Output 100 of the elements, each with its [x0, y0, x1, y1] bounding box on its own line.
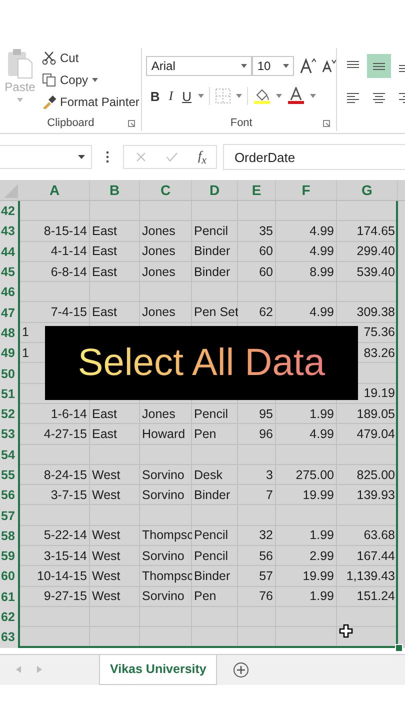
row-header[interactable]: 63	[0, 627, 20, 648]
table-cell: 4.99	[276, 242, 337, 262]
row-header[interactable]: 42	[0, 201, 20, 222]
sheet-tab[interactable]: Vikas University	[99, 654, 218, 685]
table-cell: Sorvino	[140, 464, 192, 486]
caption-banner: Select All Data	[45, 326, 358, 400]
table-cell	[337, 444, 398, 465]
row-header[interactable]: 44	[0, 242, 20, 262]
underline-button[interactable]: U	[180, 88, 194, 104]
table-cell: West	[90, 546, 140, 566]
column-header[interactable]: C	[140, 180, 192, 200]
copy-icon	[42, 73, 56, 87]
table-cell: 3	[238, 464, 276, 486]
row-header[interactable]: 54	[0, 444, 20, 465]
group-label: Clipboard	[47, 116, 94, 128]
table-cell: West	[90, 464, 140, 486]
check-icon[interactable]	[166, 152, 178, 162]
table-cell: 151.24	[337, 586, 398, 607]
row-header[interactable]: 46	[0, 282, 20, 302]
column-header[interactable]: F	[276, 180, 337, 200]
row-header[interactable]: 52	[0, 404, 20, 424]
decrease-font-icon[interactable]	[322, 59, 336, 73]
table-cell: 19.99	[276, 566, 337, 587]
group-label: Font	[230, 116, 252, 128]
table-cell: 8.99	[276, 262, 337, 282]
table-cell	[20, 606, 90, 628]
row-header[interactable]: 45	[0, 262, 20, 282]
table-cell: 76	[238, 586, 276, 607]
table-cell: 35	[238, 221, 276, 242]
row-header[interactable]: 53	[0, 424, 20, 445]
row-header[interactable]: 57	[0, 505, 20, 526]
column-header[interactable]: G	[337, 180, 398, 200]
dialog-launcher-icon[interactable]	[323, 120, 330, 127]
table-cell: Thompsc	[140, 526, 192, 546]
row-header[interactable]: 43	[0, 221, 20, 242]
align-lines-icon	[373, 92, 386, 102]
table-cell: 56	[238, 546, 276, 566]
row-header[interactable]: 51	[0, 384, 20, 404]
add-sheet-icon[interactable]	[233, 662, 250, 678]
table-cell: 96	[238, 424, 276, 445]
align-button[interactable]	[367, 54, 392, 78]
table-cell: Jones	[140, 404, 192, 424]
copy-button[interactable]: Copy	[40, 70, 142, 90]
row-header[interactable]: 56	[0, 485, 20, 506]
column-header[interactable]: A	[20, 180, 90, 200]
increase-font-icon[interactable]	[300, 58, 316, 74]
table-cell: Jones	[140, 262, 192, 282]
table-cell: 95	[238, 404, 276, 424]
table-cell: 1.99	[276, 586, 337, 607]
table-cell: 60	[238, 262, 276, 282]
font-size-field[interactable]: 10	[252, 56, 294, 76]
table-cell: Jones	[140, 221, 192, 242]
table-cell: Pencil	[192, 546, 238, 566]
row-header[interactable]: 47	[0, 302, 20, 323]
align-lines-icon	[347, 60, 360, 68]
table-cell: Sorvino	[140, 586, 192, 607]
table-cell: 10-14-15	[20, 566, 90, 587]
table-cell: 8-15-14	[20, 221, 90, 242]
cursor-icon	[339, 624, 353, 638]
row-header[interactable]: 48	[0, 322, 20, 344]
table-cell: 1.99	[276, 404, 337, 424]
column-header[interactable]: E	[238, 180, 276, 200]
table-cell	[20, 444, 90, 465]
table-cell: Binder	[192, 485, 238, 506]
format-painter-button[interactable]: Format Painter	[40, 92, 142, 112]
table-cell: Pen	[192, 424, 238, 445]
italic-button[interactable]: I	[166, 88, 176, 104]
font-color-icon[interactable]	[287, 87, 306, 105]
row-header[interactable]: 60	[0, 566, 20, 587]
fill-handle[interactable]	[395, 644, 403, 652]
row-header[interactable]: 62	[0, 606, 20, 628]
column-header[interactable]: D	[192, 180, 238, 200]
caret-icon[interactable]	[92, 78, 98, 82]
table-cell: Sorvino	[140, 546, 192, 566]
scissors-icon	[42, 51, 56, 65]
fill-color-icon[interactable]	[253, 87, 272, 105]
table-cell: 6-8-14	[20, 262, 90, 282]
caret-icon[interactable]	[78, 155, 85, 159]
column-header[interactable]: B	[90, 180, 140, 200]
table-cell: Binder	[192, 566, 238, 587]
bold-button[interactable]: B	[148, 88, 162, 104]
row-header[interactable]: 59	[0, 546, 20, 566]
table-cell: West	[90, 526, 140, 546]
row-header[interactable]: 58	[0, 526, 20, 546]
font-name-field[interactable]: Arial	[146, 56, 252, 76]
caret-icon[interactable]	[241, 64, 248, 68]
caret-icon[interactable]	[283, 64, 290, 68]
dialog-launcher-icon[interactable]	[128, 120, 136, 127]
more-icon[interactable]	[106, 151, 109, 163]
table-cell: Pencil	[192, 221, 238, 242]
formula-field[interactable]: OrderDate	[223, 144, 405, 170]
table-cell: 19.99	[276, 485, 337, 506]
insert-function-button[interactable]: f$_{x}$	[198, 148, 206, 166]
row-header[interactable]: 55	[0, 464, 20, 486]
row-header[interactable]: 61	[0, 586, 20, 607]
cut-button[interactable]: Cut	[40, 48, 142, 68]
row-header[interactable]: 50	[0, 363, 20, 384]
align-lines-icon	[347, 92, 360, 102]
row-header[interactable]: 49	[0, 343, 20, 364]
table-cell: West	[90, 485, 140, 506]
